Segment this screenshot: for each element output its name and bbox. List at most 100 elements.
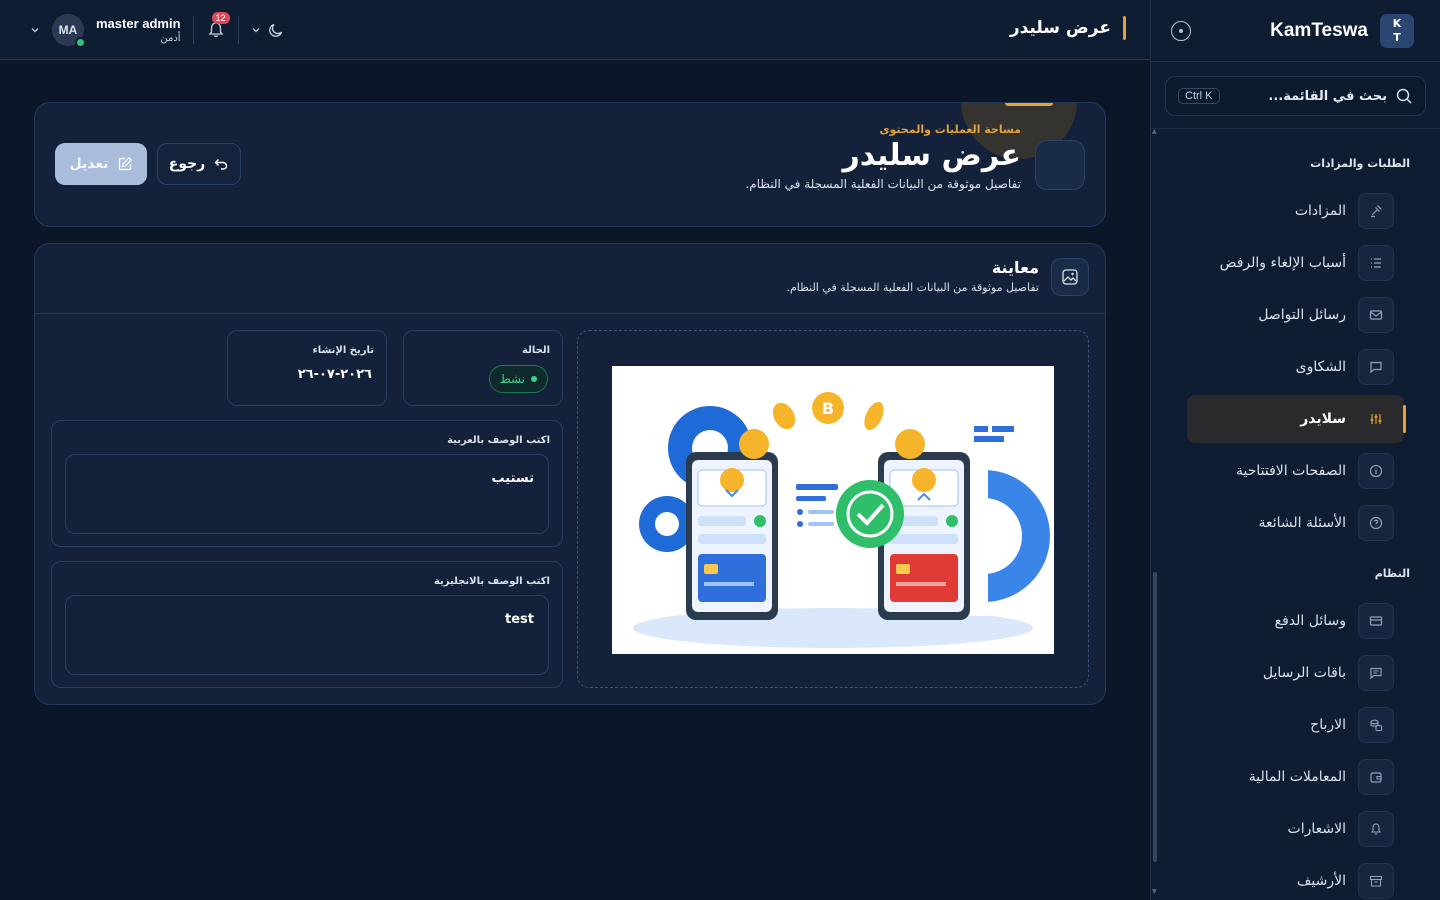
sidebar-item-notifications[interactable]: الاشعارات — [1197, 805, 1404, 853]
brand-logo: K T — [1380, 13, 1414, 48]
moon-icon — [268, 23, 282, 37]
sidebar-item-profits[interactable]: الارباح — [1197, 701, 1404, 749]
chevron-down-icon[interactable] — [30, 25, 40, 35]
description-en-value: test — [65, 595, 549, 675]
sidebar-item-transactions[interactable]: المعاملات المالية — [1197, 753, 1404, 801]
brand-name: KamTeswa — [1270, 19, 1368, 41]
card-icon — [1358, 603, 1394, 639]
header-actions: تعديل رجوع — [55, 143, 241, 185]
payment-illustration: B — [633, 392, 1050, 648]
scroll-up-icon[interactable]: ▲ — [1152, 128, 1157, 135]
preview-subtitle: تفاصيل موثوقة من البيانات الفعلية المسجل… — [786, 281, 1039, 294]
top-bar: MA master admin أدمن 12 عرض سليدر — [0, 0, 1150, 60]
search-input[interactable]: بحث في القائمة... — [1220, 89, 1387, 104]
header-icon-box — [1035, 140, 1085, 190]
avatar-initials: MA — [58, 23, 78, 37]
sidebar-item-archive[interactable]: الأرشيف — [1197, 857, 1404, 900]
status-badge: نشط — [488, 365, 548, 393]
avatar[interactable]: MA — [52, 14, 86, 48]
edit-icon — [118, 156, 132, 171]
brand: K T KamTeswa — [1151, 0, 1440, 62]
sidebar-item-faq[interactable]: الأسئلة الشائعة — [1197, 499, 1404, 547]
description-ar-field: اكتب الوصف بالعربية تستيب — [51, 420, 563, 547]
sidebar-item-label: الارباح — [1310, 717, 1346, 733]
header-eyebrow: مساحة العمليات والمحتوى — [879, 123, 1021, 136]
sidebar-item-splash-pages[interactable]: الصفحات الافتتاحية — [1197, 447, 1404, 495]
preview-title: معاينة — [991, 258, 1039, 277]
notification-badge: 12 — [211, 12, 230, 24]
search-shortcut: Ctrl K — [1178, 88, 1220, 104]
decorative-accent — [1005, 103, 1053, 106]
slider-image-frame: B — [577, 330, 1089, 688]
user-role: أدمن — [160, 33, 181, 44]
divider — [192, 16, 194, 44]
sidebar-search[interactable]: بحث في القائمة... Ctrl K — [1165, 76, 1426, 116]
sidebar-item-label: أسباب الإلغاء والرفض — [1219, 255, 1346, 271]
theme-toggle[interactable] — [251, 21, 285, 39]
back-button-label: رجوع — [168, 156, 206, 172]
edit-button[interactable]: تعديل — [55, 143, 147, 185]
title-accent-bar — [1123, 16, 1126, 40]
top-left-tools: MA master admin أدمن 12 — [30, 10, 285, 50]
divider — [237, 16, 239, 44]
sidebar-item-payment-methods[interactable]: وسائل الدفع — [1197, 597, 1404, 645]
status-value: نشط — [499, 372, 525, 386]
status-label: الحالة — [522, 345, 550, 356]
coins-icon — [1358, 707, 1394, 743]
sidebar-item-auctions[interactable]: المزادات — [1197, 187, 1404, 235]
edit-button-label: تعديل — [69, 156, 109, 172]
sidebar-scrollbar[interactable] — [1153, 572, 1157, 862]
header-title: عرض سليدر — [842, 138, 1021, 173]
sidebar-item-slider[interactable]: سلايدر — [1187, 395, 1406, 443]
sidebar-item-label: باقات الرسايل — [1262, 665, 1346, 681]
back-arrow-icon — [214, 159, 228, 170]
sidebar-item-label: الاشعارات — [1287, 821, 1346, 837]
user-name: master admin — [96, 16, 181, 31]
info-icon — [1358, 453, 1394, 489]
sidebar-item-label: الصفحات الافتتاحية — [1236, 463, 1346, 479]
sidebar-item-message-packages[interactable]: باقات الرسايل — [1197, 649, 1404, 697]
message-icon — [1358, 655, 1394, 691]
sidebar-item-label: وسائل الدفع — [1274, 613, 1346, 629]
created-date-label: تاريخ الإنشاء — [312, 345, 374, 356]
preview-titles: معاينة تفاصيل موثوقة من البيانات الفعلية… — [786, 258, 1039, 294]
chat-icon — [1358, 349, 1394, 385]
image-icon-box — [1051, 258, 1089, 296]
header-subtitle: تفاصيل موثوقة من البيانات الفعلية المسجل… — [745, 177, 1021, 191]
gavel-icon — [1358, 193, 1394, 229]
notifications-button[interactable]: 12 — [206, 12, 230, 40]
description-en-label: اكتب الوصف بالانجليزية — [433, 576, 550, 587]
scroll-down-icon[interactable]: ▼ — [1152, 888, 1157, 895]
sidebar-item-complaints[interactable]: الشكاوى — [1197, 343, 1404, 391]
section-title-system: النظام — [1374, 567, 1410, 580]
sidebar-item-label: رسائل التواصل — [1258, 307, 1346, 323]
status-dot — [531, 376, 537, 382]
sidebar-item-cancel-reasons[interactable]: أسباب الإلغاء والرفض — [1197, 239, 1404, 287]
preview-header: معاينة تفاصيل موثوقة من البيانات الفعلية… — [35, 244, 1105, 314]
help-icon — [1358, 505, 1394, 541]
archive-icon — [1358, 863, 1394, 899]
sidebar-item-label: المعاملات المالية — [1248, 769, 1346, 785]
sidebar-item-label: سلايدر — [1300, 411, 1346, 427]
online-status-dot — [75, 37, 86, 48]
sidebar: K T KamTeswa بحث في القائمة... Ctrl K ▲ … — [1150, 0, 1440, 900]
sidebar-item-contact-messages[interactable]: رسائل التواصل — [1197, 291, 1404, 339]
bell-icon — [1358, 811, 1394, 847]
preview-card: معاينة تفاصيل موثوقة من البيانات الفعلية… — [34, 243, 1106, 705]
wallet-icon — [1358, 759, 1394, 795]
mail-icon — [1358, 297, 1394, 333]
sidebar-item-label: المزادات — [1294, 203, 1346, 219]
page-title-text: عرض سليدر — [1009, 18, 1111, 38]
sidebar-item-label: الأسئلة الشائعة — [1258, 515, 1347, 531]
svg-text:B: B — [822, 399, 834, 418]
sidebar-item-label: الشكاوى — [1295, 359, 1346, 375]
back-button[interactable]: رجوع — [157, 143, 241, 185]
chevron-down-icon — [252, 28, 260, 33]
sidebar-toggle-icon[interactable] — [1171, 20, 1191, 41]
description-ar-value: تستيب — [65, 454, 549, 534]
user-info[interactable]: master admin أدمن — [96, 16, 181, 44]
header-text: مساحة العمليات والمحتوى عرض سليدر تفاصيل… — [745, 123, 1021, 191]
sliders-icon — [1358, 401, 1394, 437]
search-icon — [1396, 88, 1412, 104]
page-title: عرض سليدر — [1010, 16, 1126, 40]
